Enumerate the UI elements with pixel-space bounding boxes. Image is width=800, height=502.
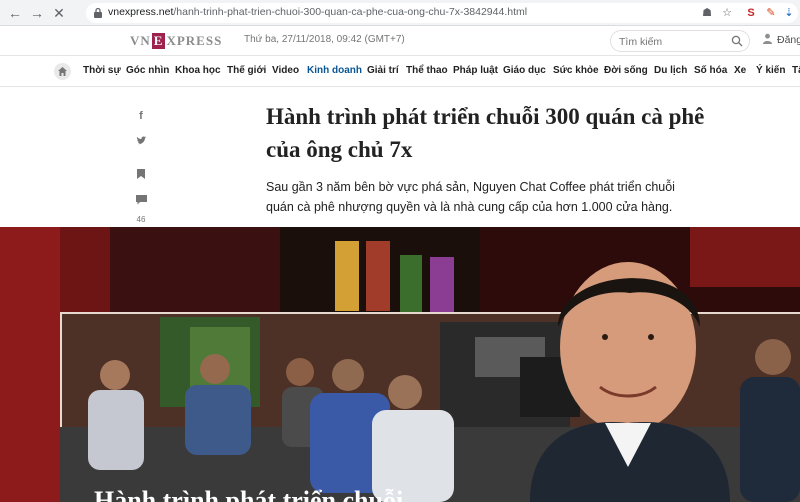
site-header: VN E XPRESS Thứ ba, 27/11/2018, 09:42 (GMT… <box>0 26 800 56</box>
user-icon <box>763 33 772 44</box>
nav-item-doi-song[interactable]: Đời sống <box>604 65 648 76</box>
nav-item-giai-tri[interactable]: Giải trí <box>367 65 399 76</box>
vnexpress-logo[interactable]: VN E XPRESS <box>130 33 222 49</box>
nav-item-tam-su[interactable]: Tâ <box>792 65 800 76</box>
bookmark-icon[interactable] <box>130 168 152 184</box>
translate-icon[interactable]: ☗ <box>700 6 714 20</box>
bookmark-star-icon[interactable]: ☆ <box>720 6 734 20</box>
extension-s-icon[interactable]: S <box>744 6 758 20</box>
hero-image[interactable] <box>0 227 800 502</box>
home-icon <box>58 67 67 76</box>
search-box[interactable] <box>610 30 750 52</box>
category-nav: Thời sự Góc nhìn Khoa học Thế giới Video… <box>0 57 800 87</box>
lock-icon <box>94 7 102 18</box>
comment-count: 46 <box>136 215 146 224</box>
nav-item-goc-nhin[interactable]: Góc nhìn <box>126 65 169 76</box>
comment-icon[interactable] <box>130 194 152 210</box>
nav-item-y-kien[interactable]: Ý kiến <box>756 65 785 76</box>
article-title: Hành trình phát triển chuỗi 300 quán cà … <box>266 104 705 162</box>
back-icon[interactable]: ← <box>6 4 24 22</box>
browser-toolbar: ← → ✕ vnexpress.net/hanh-trinh-phat-trie… <box>0 0 800 26</box>
coffee-shop-photo <box>0 227 800 502</box>
url-text: vnexpress.net/hanh-trinh-phat-trien-chuo… <box>108 6 528 18</box>
stop-loading-icon[interactable]: ✕ <box>50 4 68 22</box>
nav-item-so-hoa[interactable]: Số hóa <box>694 65 727 76</box>
login-link[interactable]: Đăng <box>762 33 800 46</box>
nav-item-du-lich[interactable]: Du lịch <box>654 65 687 76</box>
nav-item-thoi-su[interactable]: Thời sự <box>83 65 121 76</box>
hero-overlay-title: Hành trình phát triển chuỗi <box>94 486 404 502</box>
header-date: Thứ ba, 27/11/2018, 09:42 (GMT+7) <box>244 34 405 45</box>
login-label: Đăng <box>777 34 800 46</box>
article-lead: Sau gần 3 năm bên bờ vực phá sản, Nguyen… <box>266 180 675 214</box>
nav-item-giao-duc[interactable]: Giáo dục <box>503 65 546 76</box>
nav-item-xe[interactable]: Xe <box>734 65 746 76</box>
twitter-icon[interactable] <box>130 135 152 151</box>
nav-item-suc-khoe[interactable]: Sức khỏe <box>553 65 599 76</box>
nav-item-video[interactable]: Video <box>272 65 299 76</box>
address-bar[interactable]: vnexpress.net/hanh-trinh-phat-trien-chuo… <box>86 3 798 23</box>
extension-icon[interactable]: ✎ <box>764 6 778 20</box>
facebook-icon[interactable]: f <box>130 108 152 124</box>
nav-item-khoa-hoc[interactable]: Khoa học <box>175 65 221 76</box>
search-icon[interactable] <box>731 35 743 47</box>
nav-item-the-thao[interactable]: Thể thao <box>406 65 448 76</box>
forward-icon[interactable]: → <box>28 4 46 22</box>
nav-item-phap-luat[interactable]: Pháp luật <box>453 65 498 76</box>
home-button[interactable] <box>54 63 71 80</box>
download-icon[interactable]: ⇣ <box>782 6 796 20</box>
nav-item-kinh-doanh[interactable]: Kinh doanh <box>307 65 362 76</box>
search-input[interactable] <box>619 34 731 49</box>
nav-item-the-gioi[interactable]: Thế giới <box>227 65 266 76</box>
